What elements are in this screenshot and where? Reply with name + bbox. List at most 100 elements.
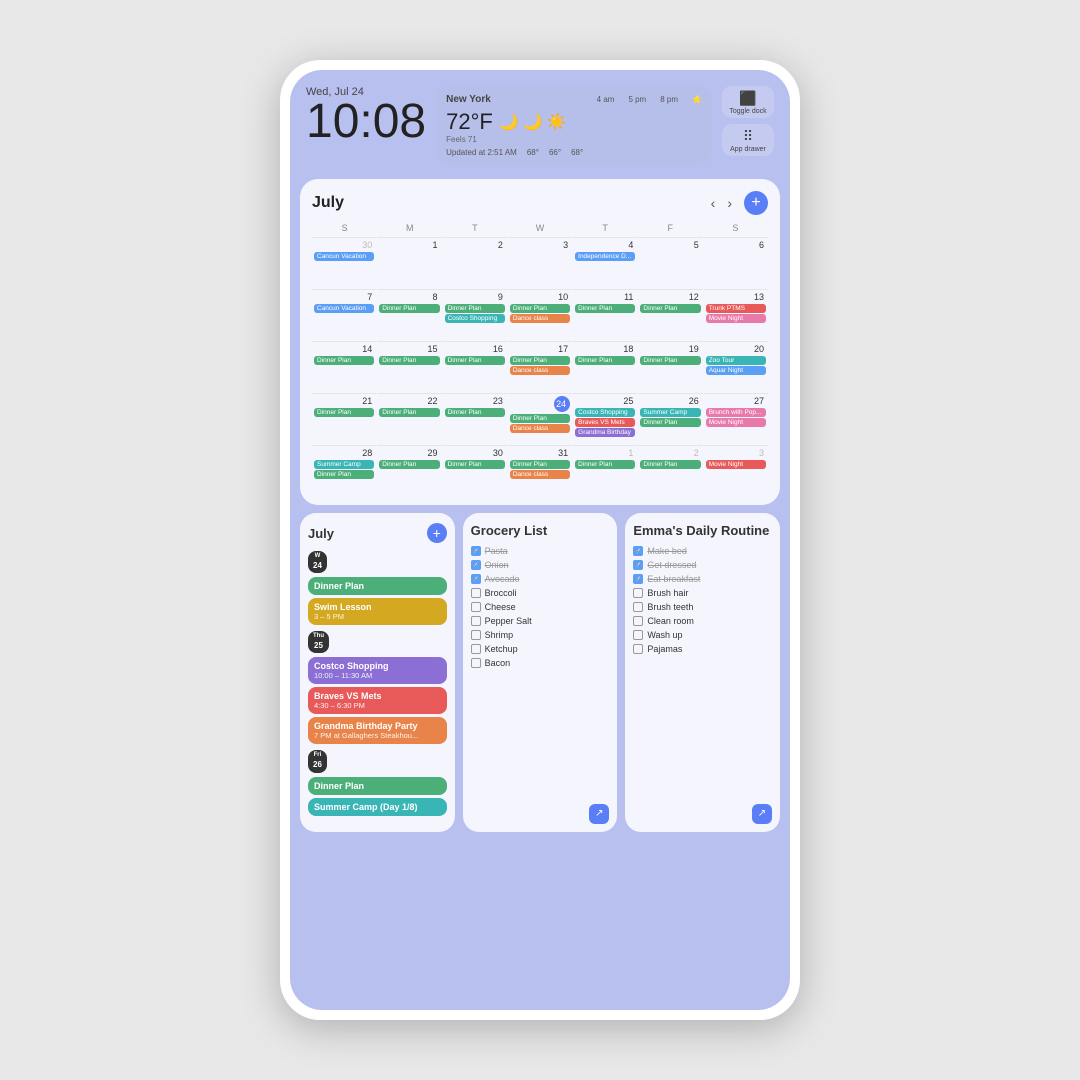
cal-day-2: 2 bbox=[445, 240, 505, 250]
weather-time-1: 4 am bbox=[597, 95, 615, 104]
routine-check-washup[interactable] bbox=[633, 630, 643, 640]
grocery-widget: Grocery List ✓ Pasta ✓ Onion ✓ Avocado B… bbox=[463, 513, 618, 832]
cal-event-dinner-31[interactable]: Dinner Plan bbox=[510, 460, 570, 469]
grocery-open-button[interactable]: ↗ bbox=[589, 804, 609, 824]
weather-temp: 72°F bbox=[446, 109, 493, 135]
grocery-check-onion[interactable]: ✓ bbox=[471, 560, 481, 570]
weather-time-2: 5 pm bbox=[628, 95, 646, 104]
cal-event-dinner-19[interactable]: Dinner Plan bbox=[640, 356, 700, 365]
routine-check-cleanroom[interactable] bbox=[633, 616, 643, 626]
cal-cell-18: 18 Dinner Plan bbox=[573, 341, 637, 393]
cal-day-21: 21 bbox=[314, 396, 374, 406]
cal-event-costco-25[interactable]: Costco Shopping bbox=[575, 408, 635, 417]
cal-day-17: 17 bbox=[510, 344, 570, 354]
agenda-event-summer[interactable]: Summer Camp (Day 1/8) bbox=[308, 798, 447, 816]
cal-event-braves-25[interactable]: Braves VS Mets bbox=[575, 418, 635, 427]
agenda-event-dinner-26[interactable]: Dinner Plan bbox=[308, 777, 447, 795]
routine-item-dressed: ✓ Get dressed bbox=[633, 560, 772, 570]
cal-event-dance-31[interactable]: Dance class bbox=[510, 470, 570, 479]
cal-event-dinner-15[interactable]: Dinner Plan bbox=[379, 356, 439, 365]
routine-open-button[interactable]: ↗ bbox=[752, 804, 772, 824]
cal-event-summer-26[interactable]: Summer Camp bbox=[640, 408, 700, 417]
agenda-event-costco[interactable]: Costco Shopping 10:00 – 11:30 AM bbox=[308, 657, 447, 684]
calendar-add-button[interactable]: + bbox=[744, 191, 768, 215]
agenda-event-dinner-24[interactable]: Dinner Plan bbox=[308, 577, 447, 595]
cal-day-30b: 30 bbox=[445, 448, 505, 458]
toggle-dock-button[interactable]: ⬛ Toggle dock bbox=[722, 86, 774, 118]
cal-event-dinner-21[interactable]: Dinner Plan bbox=[314, 408, 374, 417]
routine-check-breakfast[interactable]: ✓ bbox=[633, 574, 643, 584]
agenda-event-grandma[interactable]: Grandma Birthday Party 7 PM at Gallagher… bbox=[308, 717, 447, 744]
app-drawer-button[interactable]: ⠿ App drawer bbox=[722, 124, 774, 156]
grocery-check-ketchup[interactable] bbox=[471, 644, 481, 654]
grocery-check-pasta[interactable]: ✓ bbox=[471, 546, 481, 556]
grocery-check-broccoli[interactable] bbox=[471, 588, 481, 598]
routine-item-brushteeth: Brush teeth bbox=[633, 602, 772, 612]
cal-event-dinner-a1[interactable]: Dinner Plan bbox=[575, 460, 635, 469]
cal-event-grandma[interactable]: Grandma Birthday bbox=[575, 428, 635, 437]
cal-day-7: 7 bbox=[314, 292, 374, 302]
grocery-label-cheese: Cheese bbox=[485, 602, 516, 612]
cal-event-brunch[interactable]: Brunch with Pop... bbox=[706, 408, 766, 417]
cal-event-cancun-w2[interactable]: Cancun Vacation bbox=[314, 304, 374, 313]
cal-event-costco-9[interactable]: Costco Shopping bbox=[445, 314, 505, 323]
cal-event-dinner-26[interactable]: Dinner Plan bbox=[640, 418, 700, 427]
routine-check-brushhair[interactable] bbox=[633, 588, 643, 598]
cal-event-dinner-9[interactable]: Dinner Plan bbox=[445, 304, 505, 313]
cal-event-summer-28[interactable]: Summer Camp bbox=[314, 460, 374, 469]
cal-event-aquar[interactable]: Aquar Night bbox=[706, 366, 766, 375]
cal-event-dinner-8[interactable]: Dinner Plan bbox=[379, 304, 439, 313]
cal-event-dinner-30[interactable]: Dinner Plan bbox=[445, 460, 505, 469]
agenda-event-braves[interactable]: Braves VS Mets 4:30 – 6:30 PM bbox=[308, 687, 447, 714]
cal-event-dance-17[interactable]: Dance class bbox=[510, 366, 570, 375]
cal-cell-6: 6 bbox=[704, 237, 768, 289]
cal-event-dinner-23[interactable]: Dinner Plan bbox=[445, 408, 505, 417]
agenda-event-time-grandma: 7 PM at Gallaghers Steakhou... bbox=[314, 731, 441, 740]
cal-event-dinner-18[interactable]: Dinner Plan bbox=[575, 356, 635, 365]
cal-event-dinner-10[interactable]: Dinner Plan bbox=[510, 304, 570, 313]
cal-event-cancun-1[interactable]: Cancun Vacation bbox=[314, 252, 374, 261]
cal-event-dinner-16[interactable]: Dinner Plan bbox=[445, 356, 505, 365]
cal-event-dinner-a2[interactable]: Dinner Plan bbox=[640, 460, 700, 469]
grocery-check-shrimp[interactable] bbox=[471, 630, 481, 640]
cal-event-movie-27[interactable]: Movie Night bbox=[706, 418, 766, 427]
grocery-item-bacon: Bacon bbox=[471, 658, 610, 668]
grocery-label-bacon: Bacon bbox=[485, 658, 511, 668]
cal-cell-10: 10 Dinner Plan Dance class bbox=[508, 289, 572, 341]
toggle-icon: ⬛ bbox=[739, 90, 756, 107]
routine-check-dressed[interactable]: ✓ bbox=[633, 560, 643, 570]
grocery-check-pepper-salt[interactable] bbox=[471, 616, 481, 626]
routine-check-brushteeth[interactable] bbox=[633, 602, 643, 612]
weather-time-3: 8 pm bbox=[660, 95, 678, 104]
calendar-prev-button[interactable]: ‹ bbox=[707, 193, 720, 213]
cal-event-dinner-28[interactable]: Dinner Plan bbox=[314, 470, 374, 479]
day-badge-26: Fri 26 bbox=[308, 750, 327, 772]
agenda-event-swim[interactable]: Swim Lesson 3 – 5 PM bbox=[308, 598, 447, 625]
grocery-check-avocado[interactable]: ✓ bbox=[471, 574, 481, 584]
grocery-check-bacon[interactable] bbox=[471, 658, 481, 668]
cal-event-movie-a3[interactable]: Movie Night bbox=[706, 460, 766, 469]
cal-event-dinner-24[interactable]: Dinner Plan bbox=[510, 414, 570, 423]
calendar-next-button[interactable]: › bbox=[723, 193, 736, 213]
cal-day-24: 24 bbox=[554, 396, 570, 412]
cal-event-zoo[interactable]: Zoo Tour bbox=[706, 356, 766, 365]
cal-event-dinner-11[interactable]: Dinner Plan bbox=[575, 304, 635, 313]
cal-event-dinner-12[interactable]: Dinner Plan bbox=[640, 304, 700, 313]
cal-event-dinner-14[interactable]: Dinner Plan bbox=[314, 356, 374, 365]
cal-event-dance-24[interactable]: Dance class bbox=[510, 424, 570, 433]
routine-check-pajamas[interactable] bbox=[633, 644, 643, 654]
agenda-event-time-swim: 3 – 5 PM bbox=[314, 612, 441, 621]
cal-event-dinner-17[interactable]: Dinner Plan bbox=[510, 356, 570, 365]
cal-event-movie-13[interactable]: Movie Night bbox=[706, 314, 766, 323]
cal-event-independence[interactable]: Independence D... bbox=[575, 252, 635, 261]
cal-day-27: 27 bbox=[706, 396, 766, 406]
routine-check-makebed[interactable]: ✓ bbox=[633, 546, 643, 556]
grocery-check-cheese[interactable] bbox=[471, 602, 481, 612]
cal-event-trunk-13[interactable]: Trunk PTMS bbox=[706, 304, 766, 313]
agenda-event-title-dinner-24: Dinner Plan bbox=[314, 581, 441, 591]
agenda-add-button[interactable]: + bbox=[427, 523, 447, 543]
cal-event-dinner-22[interactable]: Dinner Plan bbox=[379, 408, 439, 417]
cal-event-dinner-29[interactable]: Dinner Plan bbox=[379, 460, 439, 469]
cal-day-28: 28 bbox=[314, 448, 374, 458]
cal-event-dance-10[interactable]: Dance class bbox=[510, 314, 570, 323]
